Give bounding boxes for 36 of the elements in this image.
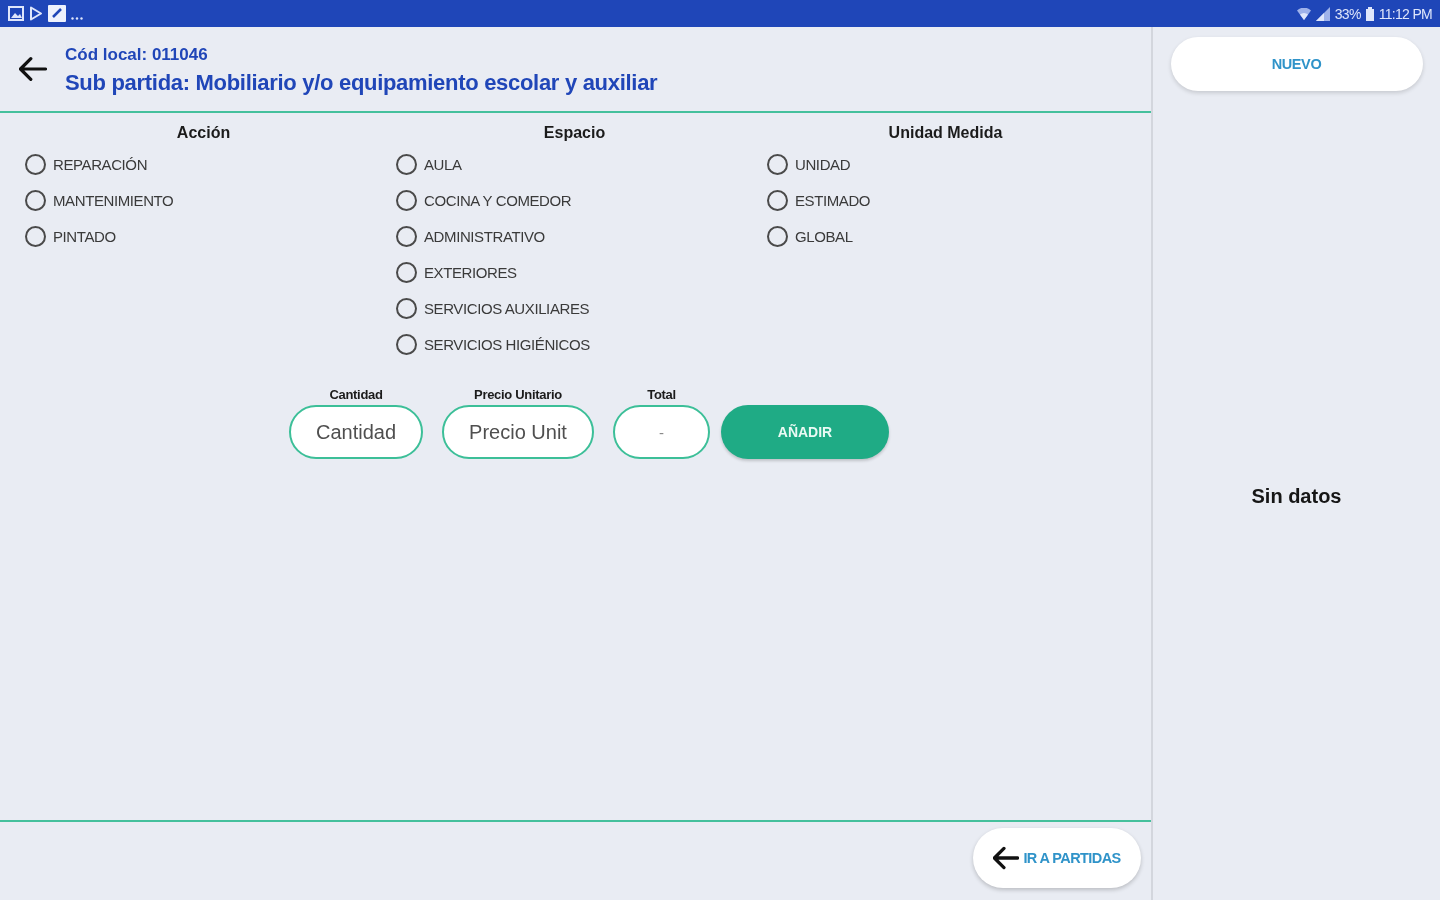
signal-icon xyxy=(1315,6,1330,21)
radio-option[interactable]: SERVICIOS AUXILIARES xyxy=(389,290,590,326)
radio-option[interactable]: PINTADO xyxy=(18,218,116,254)
clock-time: 11:12 PM xyxy=(1378,5,1432,22)
group-heading: Acción xyxy=(176,123,231,143)
radio-option[interactable]: AULA xyxy=(389,146,462,182)
field-label: Cantidad xyxy=(329,387,383,402)
radio-option[interactable]: UNIDAD xyxy=(760,146,851,182)
page-title: Sub partida: Mobiliario y/o equipamiento escolar y auxiliar xyxy=(65,69,658,96)
radio-option[interactable]: GLOBAL xyxy=(760,218,853,254)
wifi-icon xyxy=(1296,7,1311,20)
input-field[interactable]: Precio Unit xyxy=(442,405,594,459)
radio-option[interactable]: MANTENIMIENTO xyxy=(18,182,174,218)
radio-option[interactable]: COCINA Y COMEDOR xyxy=(389,182,572,218)
back-arrow-icon xyxy=(19,55,47,83)
group-heading: Espacio xyxy=(543,123,606,143)
note-icon xyxy=(48,5,66,22)
empty-message: Sin datos xyxy=(1251,485,1342,508)
battery-percent: 33% xyxy=(1334,5,1361,22)
group-heading: Unidad Medida xyxy=(888,123,1003,143)
play-icon xyxy=(29,6,43,21)
radio-option[interactable]: SERVICIOS HIGIÉNICOS xyxy=(389,326,590,362)
battery-icon xyxy=(1365,6,1374,21)
radio-option[interactable]: ADMINISTRATIVO xyxy=(389,218,545,254)
field-label: Total xyxy=(647,387,676,402)
radio-option[interactable]: EXTERIORES xyxy=(389,254,517,290)
local-code: Cód local: 011046 xyxy=(65,44,209,65)
image-icon xyxy=(8,6,24,21)
more-dots-icon xyxy=(71,17,83,20)
total-field: - xyxy=(613,405,710,459)
radio-option[interactable]: REPARACIÓN xyxy=(18,146,148,182)
back-arrow-icon xyxy=(993,845,1020,871)
input-field[interactable]: Cantidad xyxy=(289,405,423,459)
field-label: Precio Unitario xyxy=(474,387,562,402)
radio-option[interactable]: ESTIMADO xyxy=(760,182,871,218)
back-button[interactable] xyxy=(19,55,47,83)
